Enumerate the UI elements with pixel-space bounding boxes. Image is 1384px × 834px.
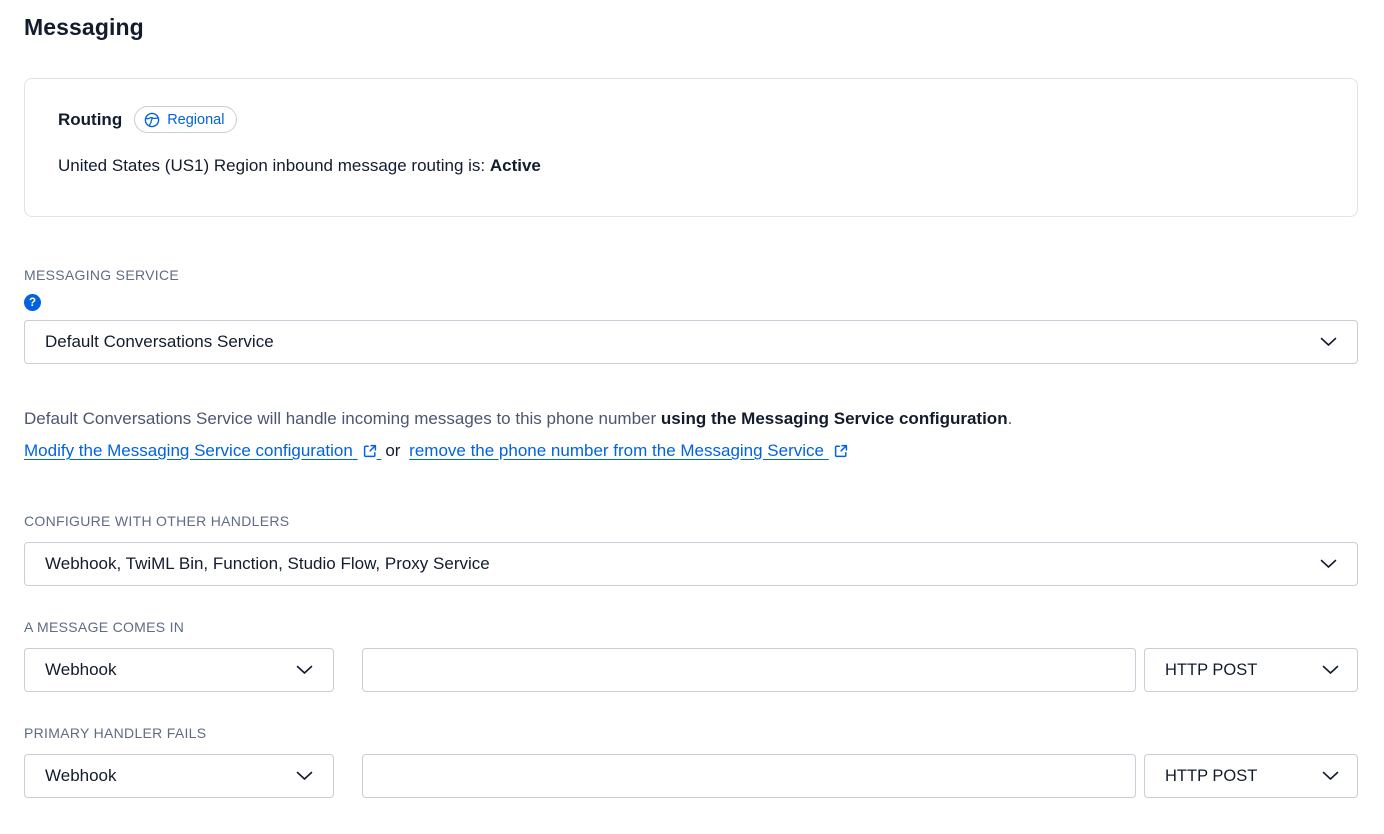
message-comes-in-row: Webhook HTTP POST (24, 648, 1358, 692)
link-separator: or (385, 441, 400, 460)
primary-handler-fails-section: PRIMARY HANDLER FAILS Webhook HTTP POST (24, 725, 1358, 798)
modify-messaging-service-link[interactable]: Modify the Messaging Service configurati… (24, 441, 381, 460)
chevron-down-icon (1320, 559, 1337, 569)
external-link-icon (834, 444, 848, 458)
help-icon[interactable]: ? (24, 294, 41, 311)
description-text: Default Conversations Service will handl… (24, 409, 656, 428)
routing-card-header: Routing Regional (58, 106, 1324, 133)
routing-card: Routing Regional United States (US1) Reg… (24, 78, 1358, 217)
modify-link-label: Modify the Messaging Service configurati… (24, 441, 353, 460)
message-comes-in-label: A MESSAGE COMES IN (24, 619, 1358, 636)
message-comes-in-method-select[interactable]: HTTP POST (1144, 648, 1358, 692)
routing-status-text: United States (US1) Region inbound messa… (58, 156, 485, 175)
message-comes-in-section: A MESSAGE COMES IN Webhook HTTP POST (24, 619, 1358, 692)
chevron-down-icon (296, 665, 313, 675)
regional-badge-label: Regional (167, 112, 224, 128)
chevron-down-icon (296, 771, 313, 781)
handler-selected-value: Webhook (45, 660, 117, 680)
primary-handler-fails-row: Webhook HTTP POST (24, 754, 1358, 798)
primary-handler-fails-label: PRIMARY HANDLER FAILS (24, 725, 1358, 742)
messaging-service-field: MESSAGING SERVICE ? Default Conversation… (24, 267, 1358, 364)
globe-icon (144, 112, 160, 128)
other-handlers-label: CONFIGURE WITH OTHER HANDLERS (24, 513, 1358, 530)
messaging-settings-page: Messaging Routing Regional United States… (0, 0, 1384, 798)
messaging-service-label: MESSAGING SERVICE (24, 267, 1358, 284)
remove-phone-number-link[interactable]: remove the phone number from the Messagi… (409, 441, 848, 460)
messaging-service-selected-value: Default Conversations Service (45, 332, 274, 352)
method-selected-value: HTTP POST (1165, 767, 1257, 786)
regional-badge: Regional (134, 106, 237, 133)
handler-selected-value: Webhook (45, 766, 117, 786)
description-bold-text: using the Messaging Service configuratio… (661, 409, 1008, 428)
page-title: Messaging (24, 14, 1358, 41)
other-handlers-field: CONFIGURE WITH OTHER HANDLERS Webhook, T… (24, 513, 1358, 586)
chevron-down-icon (1320, 337, 1337, 347)
messaging-service-description: Default Conversations Service will handl… (24, 403, 1358, 467)
remove-link-label: remove the phone number from the Messagi… (409, 441, 824, 460)
method-selected-value: HTTP POST (1165, 661, 1257, 680)
message-comes-in-handler-select[interactable]: Webhook (24, 648, 334, 692)
description-period: . (1008, 409, 1013, 428)
primary-handler-fails-method-select[interactable]: HTTP POST (1144, 754, 1358, 798)
chevron-down-icon (1322, 665, 1339, 675)
routing-status-line: United States (US1) Region inbound messa… (58, 154, 1324, 178)
message-comes-in-url-input[interactable] (362, 648, 1136, 692)
other-handlers-selected-value: Webhook, TwiML Bin, Function, Studio Flo… (45, 554, 490, 574)
chevron-down-icon (1322, 771, 1339, 781)
routing-status-value: Active (490, 156, 541, 175)
routing-card-title: Routing (58, 110, 122, 130)
external-link-icon (363, 444, 377, 458)
other-handlers-select[interactable]: Webhook, TwiML Bin, Function, Studio Flo… (24, 542, 1358, 586)
primary-handler-fails-url-input[interactable] (362, 754, 1136, 798)
messaging-service-select[interactable]: Default Conversations Service (24, 320, 1358, 364)
primary-handler-fails-handler-select[interactable]: Webhook (24, 754, 334, 798)
